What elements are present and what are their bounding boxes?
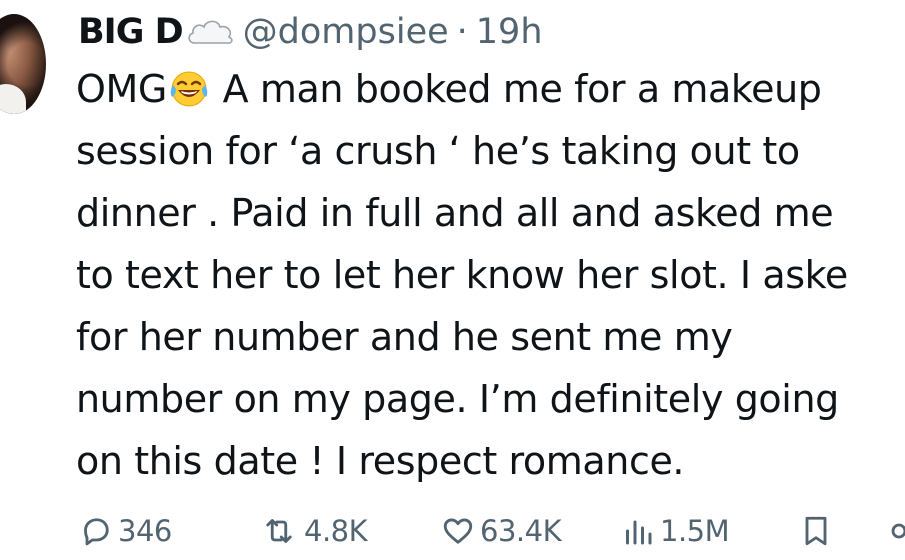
tweet-actions-bar: 346 4.8K 63.4K 1.5M (0, 508, 905, 554)
repost-icon (266, 519, 292, 543)
tweet-timestamp[interactable]: 19h (476, 8, 543, 56)
tweet-line-1-post: A man booked me for a makeup (210, 67, 822, 111)
tweet-line-5: for her number and he sent me my (76, 315, 733, 359)
tweet-header: BIG D @dompsiee · 19h (78, 8, 543, 56)
tweet-text: OMG A man booked me for a makeup session… (76, 58, 905, 492)
tweet-line-1: OMG A man booked me for a makeup (76, 58, 905, 120)
heart-icon (443, 518, 473, 544)
views-button[interactable]: 1.5M (620, 508, 730, 554)
views-bar-chart-icon (626, 520, 652, 545)
repost-button[interactable]: 4.8K (258, 508, 368, 554)
author-avatar[interactable] (0, 14, 46, 114)
tweet-line-7: on this date ! I respect romance. (76, 439, 685, 483)
cloud-emoji-icon (187, 20, 233, 44)
tweet-line-6: number on my page. I’m definitely going (76, 377, 839, 421)
reply-icon (84, 518, 109, 546)
like-count: 63.4K (480, 514, 562, 548)
bookmark-icon (805, 516, 827, 546)
repost-count: 4.8K (304, 514, 368, 548)
views-count: 1.5M (660, 514, 730, 548)
share-button[interactable] (872, 508, 905, 554)
reply-count: 346 (118, 514, 172, 548)
tweet-line-4: to text her to let her know her slot. I … (76, 253, 848, 297)
tweet-line-2: session for ‘a crush ‘ he’s taking out t… (76, 129, 800, 173)
face-with-tears-of-joy-icon (170, 71, 208, 107)
tweet-line-1-pre: OMG (76, 67, 167, 111)
reply-button[interactable]: 346 (78, 508, 172, 554)
header-separator: · (456, 12, 468, 52)
share-icon (891, 523, 905, 539)
author-handle[interactable]: @dompsiee (243, 8, 449, 56)
like-button[interactable]: 63.4K (440, 508, 562, 554)
tweet-line-3: dinner . Paid in full and all and asked … (76, 191, 834, 235)
bookmark-button[interactable] (798, 508, 838, 554)
author-name[interactable]: BIG D (78, 8, 184, 56)
